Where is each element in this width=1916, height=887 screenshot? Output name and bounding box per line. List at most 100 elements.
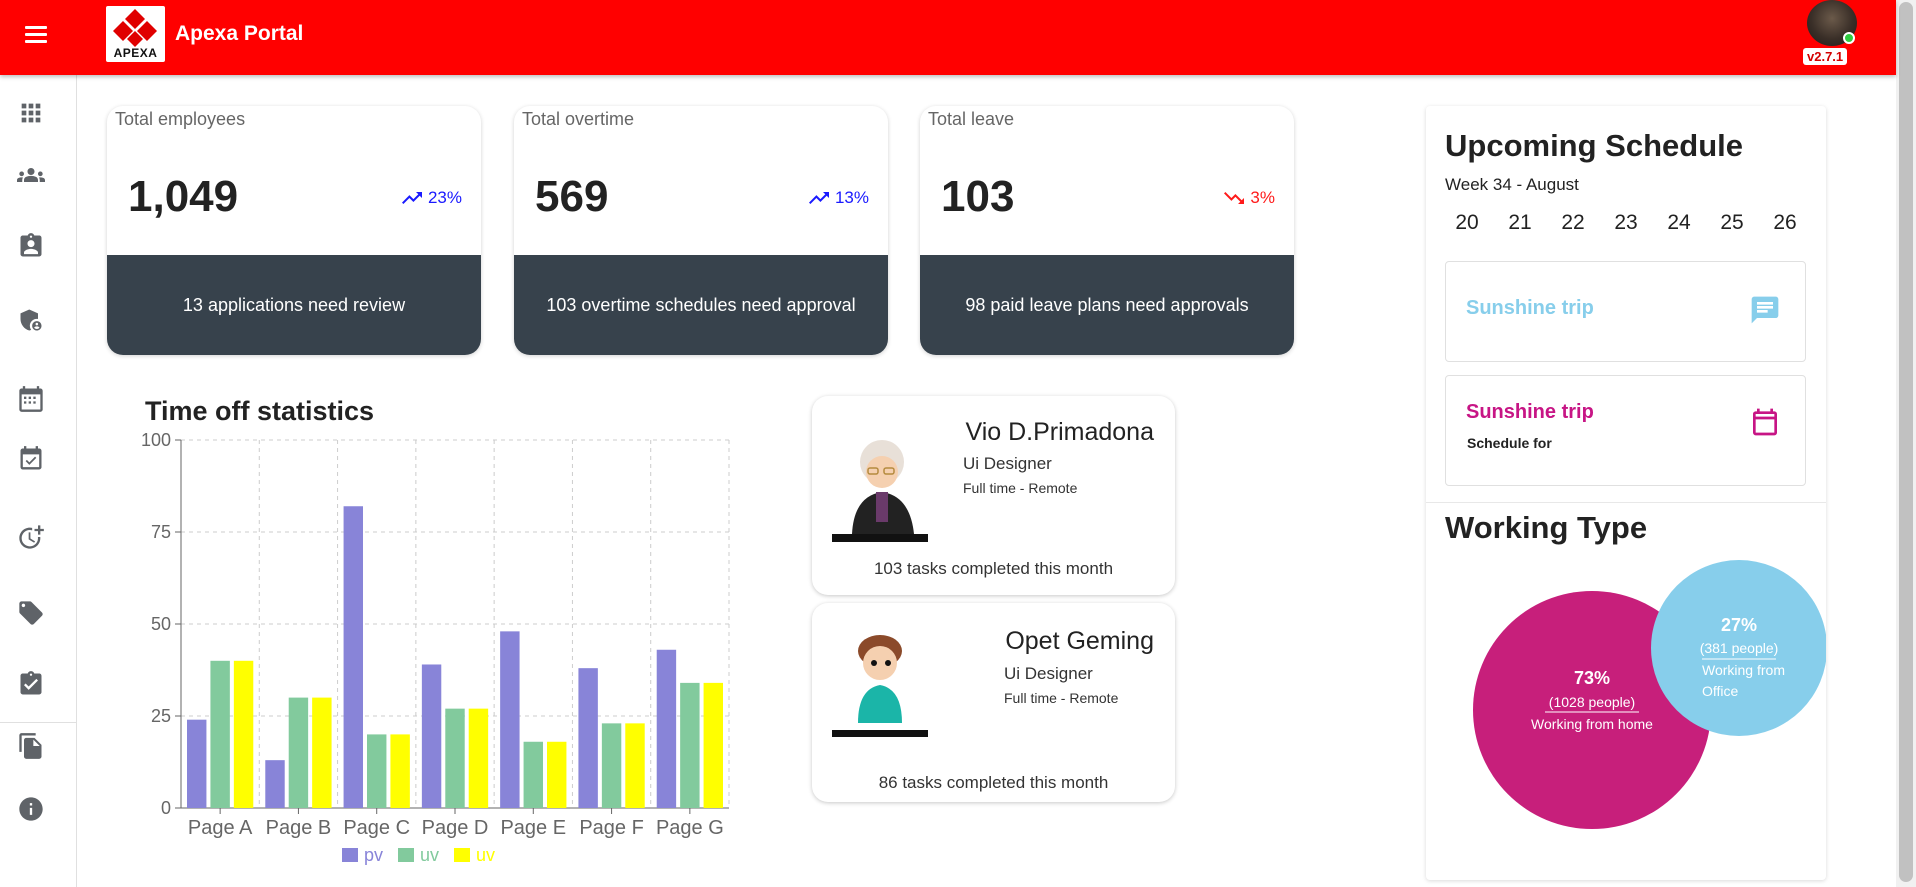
bar-uv (312, 697, 332, 808)
scrollbar-thumb[interactable] (1899, 2, 1913, 882)
bar-uv (210, 660, 230, 808)
bar-uv (523, 741, 543, 808)
event-title: Sunshine trip (1466, 401, 1594, 423)
y-tick-label: 100 (141, 430, 171, 450)
schedule-day[interactable]: 22 (1555, 211, 1591, 235)
bar-uv (680, 682, 700, 808)
x-tick-label: Page D (422, 817, 489, 839)
stat-value: 103 (941, 172, 1015, 221)
calendar-icon[interactable] (1749, 406, 1781, 438)
bar-uv (625, 723, 645, 808)
bubble-office-people: (381 people) (1700, 640, 1779, 656)
stat-trend-value: 13% (834, 188, 869, 207)
bar-pv (421, 664, 442, 808)
legend-swatch (342, 848, 358, 862)
x-tick-label: Page C (343, 817, 410, 839)
bubble-home-label: Working from home (1531, 716, 1653, 732)
working-type-bubble-chart: 73% (1028 people) Working from home 27% … (1473, 560, 1826, 829)
employee-tasks: 86 tasks completed this month (878, 773, 1109, 792)
schedule-day[interactable]: 24 (1661, 211, 1697, 235)
sidebar-divider (0, 722, 77, 723)
bar-pv (265, 760, 285, 808)
apps-grid-icon[interactable] (17, 99, 45, 127)
stat-title: Total employees (115, 109, 246, 129)
bar-uv (547, 741, 567, 808)
employee-card[interactable]: Opet Geming Ui Designer Full time - Remo… (812, 603, 1175, 802)
bar-uv (233, 660, 254, 808)
calendar-icon[interactable] (17, 385, 45, 413)
schedule-week: Week 34 - August (1445, 175, 1579, 194)
bubble-office-percent: 27% (1721, 615, 1757, 635)
assignment-check-icon[interactable] (17, 670, 45, 698)
stat-trend-value: 23% (427, 188, 462, 207)
employee-avatar-illustration (832, 440, 928, 542)
employee-name[interactable]: Vio D.Primadona (965, 418, 1154, 447)
apexa-logo[interactable]: APEXA (106, 6, 165, 62)
legend-label: pv (364, 845, 383, 865)
x-tick-label: Page F (579, 817, 643, 839)
employee-role: Ui Designer (963, 454, 1052, 473)
employee-type: Full time - Remote (1004, 690, 1119, 706)
bar-uv (288, 697, 309, 808)
brand-title[interactable]: Apexa Portal (175, 22, 303, 46)
stat-title: Total leave (928, 109, 1015, 129)
people-icon[interactable] (17, 161, 45, 189)
bar-uv (703, 682, 723, 808)
stat-footer-action[interactable]: 103 overtime schedules need approval (514, 255, 888, 355)
stat-card-overtime[interactable]: Total overtime 569 13% 103 overtime sche… (514, 106, 888, 355)
y-tick-label: 25 (151, 706, 171, 726)
stat-footer-action[interactable]: 13 applications need review (107, 255, 481, 355)
trending-down-icon (1224, 192, 1245, 204)
x-tick-label: Page A (188, 817, 253, 839)
schedule-day[interactable]: 20 (1449, 211, 1485, 235)
info-icon[interactable] (17, 795, 45, 823)
schedule-day[interactable]: 23 (1608, 211, 1644, 235)
tag-icon[interactable] (17, 599, 45, 627)
hamburger-menu-icon[interactable] (22, 22, 50, 50)
schedule-title: Upcoming Schedule (1445, 128, 1743, 163)
bar-pv (656, 649, 677, 808)
legend-swatch (398, 848, 414, 862)
bar-uv (390, 734, 410, 808)
chart-title: Time off statistics (145, 396, 375, 426)
bar-uv (601, 723, 622, 808)
online-status-dot (1843, 32, 1855, 44)
x-tick-label: Page G (656, 817, 724, 839)
employee-tasks: 103 tasks completed this month (873, 559, 1114, 578)
employee-type: Full time - Remote (963, 480, 1078, 496)
stat-footer-action[interactable]: 98 paid leave plans need approvals (920, 255, 1294, 355)
x-tick-label: Page B (266, 817, 332, 839)
schedule-event-card[interactable]: Sunshine trip Schedule for (1445, 375, 1806, 486)
event-available-icon[interactable] (17, 445, 45, 473)
version-badge: v2.7.1 (1803, 48, 1848, 65)
more-time-icon[interactable] (17, 523, 45, 551)
employee-avatar-illustration (832, 635, 928, 737)
security-user-icon[interactable] (17, 306, 45, 334)
schedule-day[interactable]: 25 (1714, 211, 1750, 235)
contact-card-icon[interactable] (17, 232, 45, 260)
bubble-home-percent: 73% (1574, 668, 1610, 688)
bar-uv (445, 708, 465, 808)
stat-trend: 13% (807, 186, 869, 210)
event-subtitle: Schedule for (1467, 435, 1552, 451)
sidebar (0, 75, 77, 887)
bar-pv (578, 668, 598, 808)
bubble-office-label-line1: Working from (1702, 662, 1785, 678)
stat-card-employees[interactable]: Total employees 1,049 23% 13 application… (107, 106, 481, 355)
y-tick-label: 75 (151, 522, 171, 542)
schedule-event-card[interactable]: Sunshine trip (1445, 261, 1806, 362)
file-copy-icon[interactable] (17, 732, 45, 760)
employee-card[interactable]: Vio D.Primadona Ui Designer Full time - … (812, 396, 1175, 595)
chat-icon[interactable] (1749, 294, 1781, 326)
bar-pv (343, 506, 363, 808)
schedule-day[interactable]: 26 (1767, 211, 1803, 235)
stat-title: Total overtime (522, 109, 635, 129)
stat-value: 569 (535, 172, 609, 221)
y-tick-label: 50 (151, 614, 171, 634)
stat-trend-value: 3% (1250, 188, 1275, 207)
trending-up-icon (401, 192, 422, 204)
employee-name[interactable]: Opet Geming (1005, 627, 1154, 656)
schedule-day[interactable]: 21 (1502, 211, 1538, 235)
bar-uv (468, 708, 489, 808)
stat-card-leave[interactable]: Total leave 103 3% 98 paid leave plans n… (920, 106, 1294, 355)
